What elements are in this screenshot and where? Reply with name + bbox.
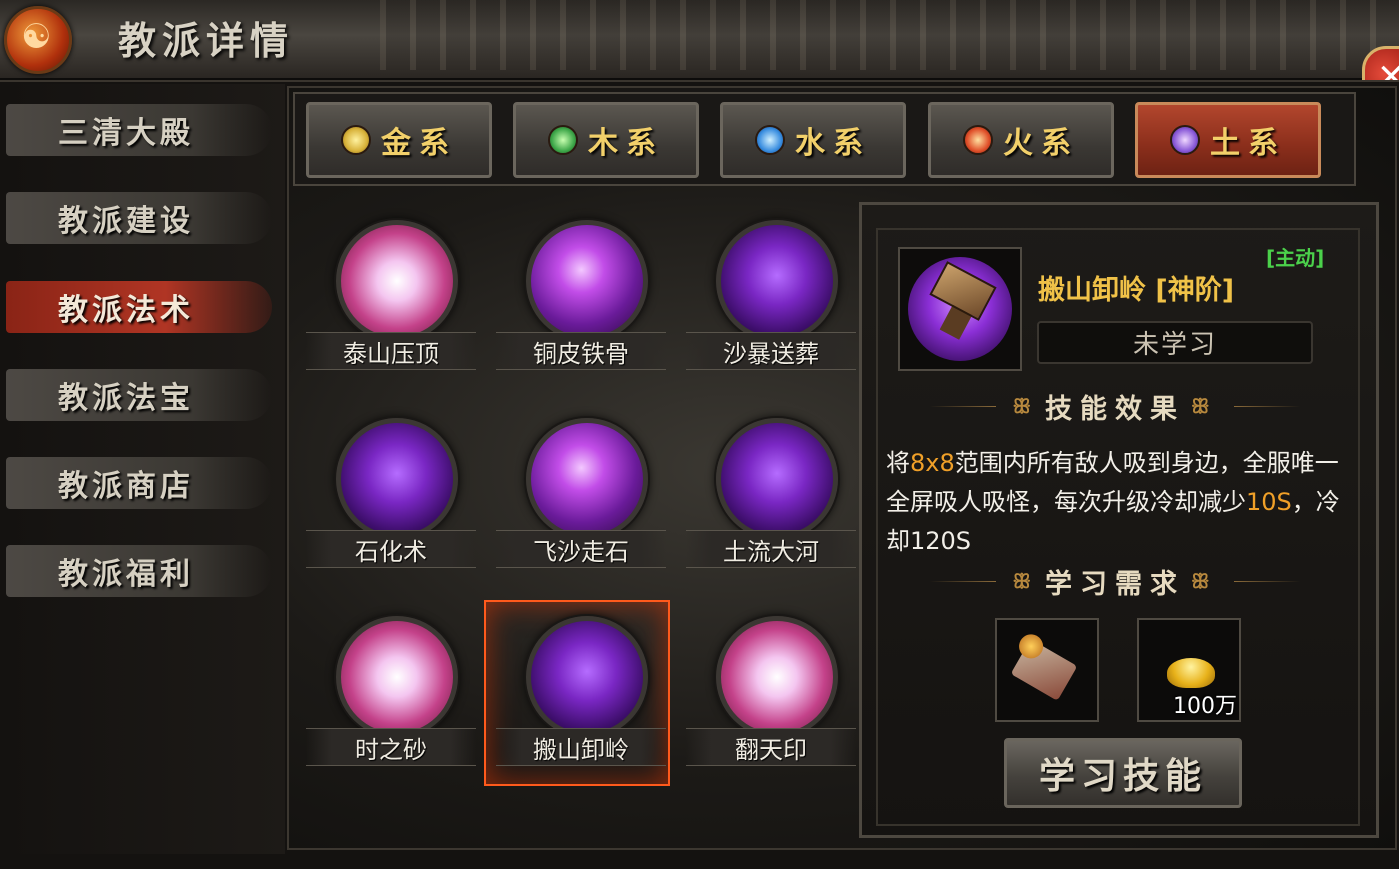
skill-name: 翻天印: [686, 728, 856, 766]
mountain-hammer-icon: [908, 257, 1012, 361]
detail-skill-title: 搬山卸岭 [神阶]: [1038, 275, 1235, 306]
water-element-icon: [755, 125, 785, 155]
skill-name: 土流大河: [686, 530, 856, 568]
earth-element-icon: [1170, 125, 1200, 155]
skill-flying-sand-icon: [526, 418, 648, 540]
skill-slot[interactable]: 沙暴送葬: [686, 220, 856, 390]
requirement-heading-text: 学习需求: [1045, 568, 1185, 600]
skill-book-icon: [1010, 639, 1078, 701]
skill-slot[interactable]: 时之砂: [306, 616, 476, 786]
detail-skill-frame: [898, 247, 1022, 371]
gold-quantity: 100万: [1173, 694, 1237, 719]
gold-ingot-icon: [1167, 658, 1215, 688]
skill-slot[interactable]: 飞沙走石: [496, 418, 666, 588]
skill-slot[interactable]: 土流大河: [686, 418, 856, 588]
skill-name: 搬山卸岭: [496, 728, 666, 766]
fire-element-icon: [963, 125, 993, 155]
gold-element-icon: [341, 125, 371, 155]
sidebar-item-spells[interactable]: 教派法术: [6, 281, 272, 333]
skill-slot[interactable]: 石化术: [306, 418, 476, 588]
sidebar-item-welfare[interactable]: 教派福利: [6, 545, 272, 597]
sidebar-item-construction[interactable]: 教派建设: [6, 192, 272, 244]
tab-water[interactable]: 水系: [720, 102, 906, 178]
requirement-slot-gold[interactable]: 100万: [1137, 618, 1241, 722]
tab-label: 木系: [588, 126, 664, 161]
skill-slot[interactable]: 翻天印: [686, 616, 856, 786]
learn-skill-button[interactable]: 学习技能: [1004, 738, 1242, 808]
hammer-head: [929, 260, 997, 321]
skill-mountain-hammer-icon: [526, 616, 648, 738]
tab-fire[interactable]: 火系: [928, 102, 1114, 178]
skill-earth-river-icon: [716, 418, 838, 540]
skill-name: 泰山压顶: [306, 332, 476, 370]
sidebar-item-main-hall[interactable]: 三清大殿: [6, 104, 272, 156]
effect-heading-text: 技能效果: [1045, 393, 1185, 425]
requirement-heading: ꕥ 学习需求 ꕥ: [920, 563, 1310, 600]
skill-type-tag: [主动]: [1266, 246, 1325, 270]
learn-status: 未学习: [1037, 321, 1313, 364]
skill-description: 将8x8范围内所有敌人吸到身边，全服唯一全屏吸人吸怪，每次升级冷却减少10S，冷…: [886, 449, 1340, 555]
skill-name: 石化术: [306, 530, 476, 568]
skill-name: 铜皮铁骨: [496, 332, 666, 370]
skill-slot[interactable]: 泰山压顶: [306, 220, 476, 390]
tab-label: 水系: [795, 126, 871, 161]
tab-earth[interactable]: 土系: [1135, 102, 1321, 178]
sidebar-item-treasures[interactable]: 教派法宝: [6, 369, 272, 421]
skill-sandstorm-icon: [716, 220, 838, 342]
skill-taishan-icon: [336, 220, 458, 342]
requirement-slot-book[interactable]: [995, 618, 1099, 722]
skill-petrify-icon: [336, 418, 458, 540]
tab-label: 火系: [1003, 126, 1079, 161]
decorative-pattern: [380, 0, 1399, 70]
skill-time-sand-icon: [336, 616, 458, 738]
skill-sky-seal-icon: [716, 616, 838, 738]
skill-name: 沙暴送葬: [686, 332, 856, 370]
tab-label: 土系: [1210, 126, 1286, 161]
skill-slot[interactable]: 铜皮铁骨: [496, 220, 666, 390]
skill-name: 时之砂: [306, 728, 476, 766]
skill-name: 飞沙走石: [496, 530, 666, 568]
effect-heading: ꕥ 技能效果 ꕥ: [920, 388, 1310, 425]
wood-element-icon: [548, 125, 578, 155]
sidebar-item-shop[interactable]: 教派商店: [6, 457, 272, 509]
skill-slot-selected[interactable]: 搬山卸岭: [484, 600, 670, 786]
tab-metal[interactable]: 金系: [306, 102, 492, 178]
sidebar: 三清大殿 教派建设 教派法术 教派法宝 教派商店 教派福利: [0, 84, 285, 854]
tab-label: 金系: [381, 126, 457, 161]
skill-copper-skin-icon: [526, 220, 648, 342]
page-title: 教派详情: [118, 18, 295, 63]
tab-wood[interactable]: 木系: [513, 102, 699, 178]
sect-emblem-icon: [4, 6, 72, 74]
